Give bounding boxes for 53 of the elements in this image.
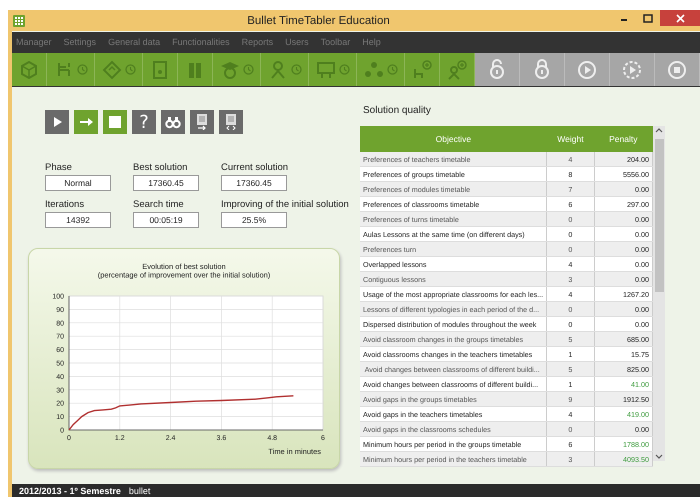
document-code-button[interactable] <box>219 110 243 134</box>
cube-icon[interactable] <box>18 58 40 80</box>
menu-item[interactable]: Functionalities <box>172 37 230 47</box>
clock-icon[interactable] <box>339 64 350 75</box>
book-icon[interactable] <box>101 58 123 80</box>
value-field[interactable]: 17360.45 <box>221 175 287 191</box>
status-period: 2012/2013 - 1º Semestre <box>19 486 121 496</box>
app-icon <box>13 14 25 26</box>
menu-item[interactable]: Toolbar <box>320 37 350 47</box>
binoculars-button[interactable] <box>161 110 185 134</box>
menu-item[interactable]: Settings <box>64 37 96 47</box>
field-label: Improving of the initial solution <box>221 199 350 210</box>
menu-item[interactable]: Users <box>285 37 309 47</box>
value-field[interactable]: 25.5% <box>221 212 287 228</box>
value-field[interactable]: 17360.45 <box>133 175 199 191</box>
play-button[interactable] <box>45 110 69 134</box>
field-label: Best solution <box>133 162 188 173</box>
field-label: Iterations <box>45 199 86 210</box>
section-title: Solution quality <box>363 105 432 116</box>
document-arrow-button[interactable] <box>190 110 214 134</box>
clock-icon[interactable] <box>387 64 398 75</box>
status-user: bullet <box>128 486 150 496</box>
scrollbar[interactable] <box>653 126 665 461</box>
field-label: Current solution <box>221 162 290 173</box>
menu-item[interactable]: Help <box>362 37 381 47</box>
document-arrow-icon <box>194 114 210 130</box>
value-field[interactable]: 00:05:19 <box>133 212 199 228</box>
menu-item[interactable]: General data <box>108 37 160 47</box>
clock-icon[interactable] <box>125 64 136 75</box>
close-icon <box>676 14 684 22</box>
help-button[interactable]: ? <box>132 110 156 134</box>
clock-icon[interactable] <box>243 64 254 75</box>
maximize-icon <box>643 14 653 22</box>
menu-item[interactable]: Reports <box>242 37 274 47</box>
stop-button[interactable] <box>103 110 127 134</box>
menu-item[interactable]: Manager <box>16 37 52 47</box>
binoculars-icon <box>165 114 181 130</box>
stop-icon <box>107 114 123 130</box>
document-code-icon <box>223 114 239 130</box>
window-title: Bullet TimeTabler Education <box>246 14 391 26</box>
close-button[interactable] <box>660 10 700 26</box>
column-header: Weight <box>546 126 594 152</box>
field-label: Phase <box>45 162 73 173</box>
person-plus-icon[interactable] <box>446 58 468 80</box>
value-field[interactable]: Normal <box>45 175 111 191</box>
value-field[interactable]: 14392 <box>45 212 111 228</box>
clock-icon[interactable] <box>291 64 302 75</box>
arrow-button[interactable] <box>74 110 98 134</box>
clock-icon[interactable] <box>77 64 88 75</box>
column-header: Penalty <box>594 126 652 152</box>
column-header: Objective <box>360 126 547 152</box>
field-label: Search time <box>133 199 185 210</box>
chair-plus-icon[interactable] <box>411 58 433 80</box>
